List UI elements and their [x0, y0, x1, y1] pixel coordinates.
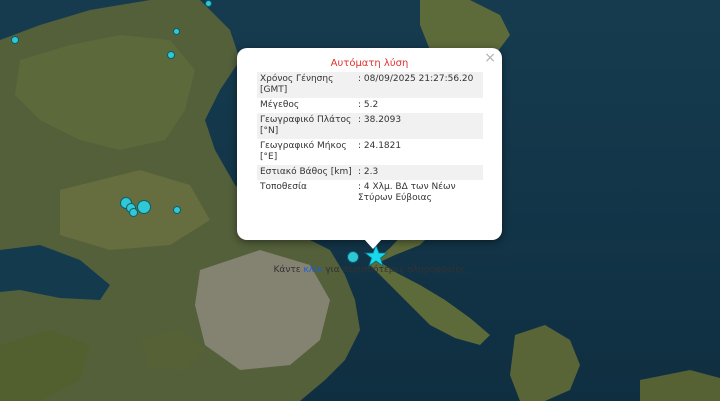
table-row: Τοποθεσία : 4 Χλμ. ΒΔ των Νέων Στύρων Εύ… — [257, 180, 483, 206]
circle-icon[interactable] — [11, 36, 19, 44]
circle-icon[interactable] — [173, 28, 180, 35]
longitude-label: Γεωγραφικό Μήκος [°E] — [260, 141, 347, 162]
latitude-value: : 38.2093 — [355, 113, 483, 139]
location-label: Τοποθεσία — [260, 182, 307, 192]
table-row: Χρόνος Γένησης [GMT] : 08/09/2025 21:27:… — [257, 72, 483, 98]
table-row: Μέγεθος : 5.2 — [257, 98, 483, 113]
circle-icon[interactable] — [167, 51, 175, 59]
earthquake-info-popup: × Αυτόματη λύση Χρόνος Γένησης [GMT] : 0… — [237, 48, 502, 275]
magnitude-value: : 5.2 — [358, 100, 379, 110]
table-row: Γεωγραφικό Μήκος [°E] : 24.1821 — [257, 139, 483, 165]
circle-icon[interactable] — [205, 0, 212, 7]
circle-icon[interactable] — [173, 206, 181, 214]
earthquake-details-table: Χρόνος Γένησης [GMT] : 08/09/2025 21:27:… — [257, 72, 483, 206]
popup-title: Αυτόματη λύση — [330, 58, 409, 69]
longitude-value: : 24.1821 — [358, 141, 402, 151]
circle-icon[interactable] — [137, 200, 151, 214]
map-view[interactable]: × Αυτόματη λύση Χρόνος Γένησης [GMT] : 0… — [0, 0, 720, 401]
footer-text-after: για περισσότερες πληροφορίες — [322, 265, 466, 275]
latitude-label: Γεωγραφικό Πλάτος [°N] — [257, 113, 355, 139]
table-row: Εστιακό Βάθος [km] : 2.3 — [257, 165, 483, 180]
popup-footer: Κάντε κλικ για περισσότερες πληροφορίες — [237, 265, 502, 275]
table-row: Γεωγραφικό Πλάτος [°N] : 38.2093 — [257, 113, 483, 139]
circle-icon[interactable] — [347, 251, 359, 263]
more-info-link[interactable]: κλικ — [304, 265, 323, 275]
magnitude-label: Μέγεθος — [260, 100, 300, 110]
origin-time-label: Χρόνος Γένησης [GMT] — [257, 72, 355, 98]
depth-value: : 2.3 — [355, 165, 483, 180]
location-value: : 4 Χλμ. ΒΔ των Νέων Στύρων Εύβοιας — [358, 182, 456, 203]
popup-pointer — [364, 239, 382, 249]
footer-text-before: Κάντε — [273, 265, 304, 275]
depth-label: Εστιακό Βάθος [km] — [257, 165, 355, 180]
origin-time-value: : 08/09/2025 21:27:56.20 — [355, 72, 483, 98]
